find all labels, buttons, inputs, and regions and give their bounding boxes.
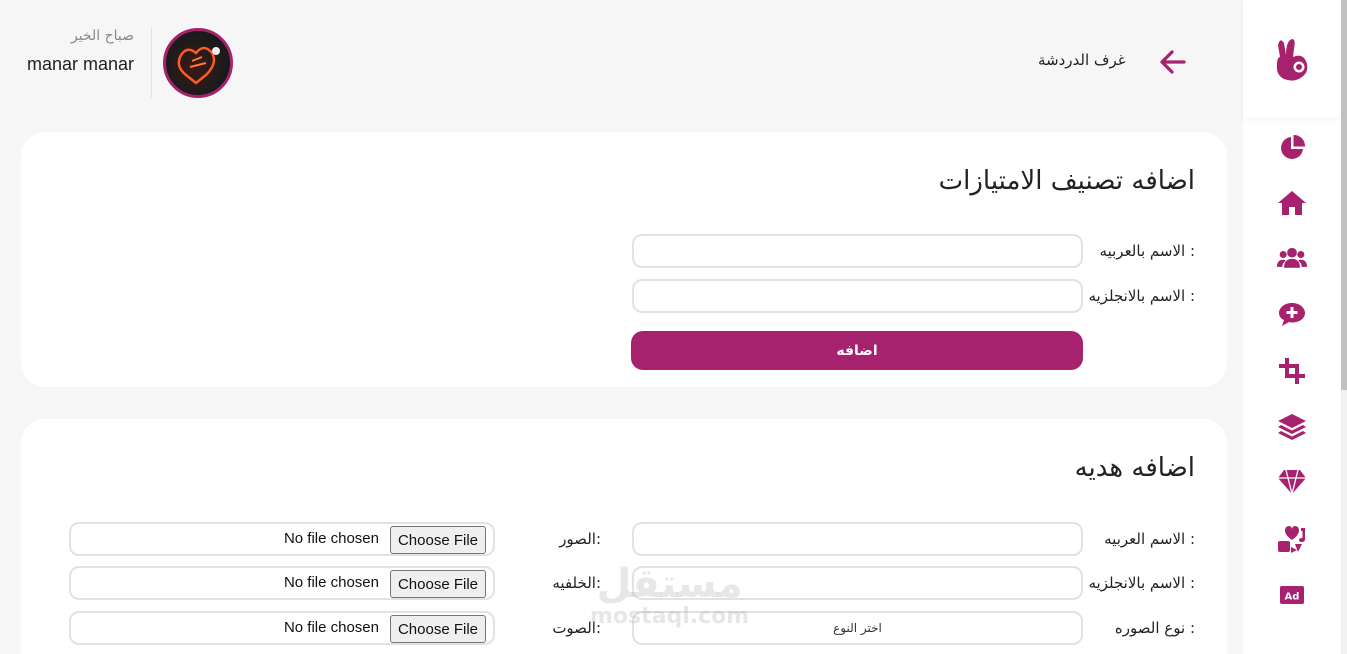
image-type-label: نوع الصوره : xyxy=(1114,619,1195,637)
privilege-form-title: اضافه تصنيف الامتيازات xyxy=(938,166,1195,196)
chat-plus-icon xyxy=(1279,303,1305,326)
page-scrollbar[interactable] xyxy=(1341,0,1347,654)
background-file-status: No file chosen xyxy=(283,574,379,591)
scrollbar-thumb[interactable] xyxy=(1341,0,1347,390)
name-ar-label: الاسم بالعربيه : xyxy=(1099,242,1195,260)
images-file-input[interactable]: Choose File No file chosen xyxy=(69,522,495,556)
gift-name-ar-label: الاسم العربيه : xyxy=(1104,530,1195,548)
add-gift-card: اضافه هديه الاسم العربيه : الاسم بالانجل… xyxy=(21,419,1227,654)
sidebar-item-chat-rooms[interactable] xyxy=(1277,300,1307,330)
privilege-name-ar-input[interactable] xyxy=(632,234,1083,268)
sidebar-item-layers[interactable] xyxy=(1277,412,1307,442)
sound-label: الصوت: xyxy=(552,619,601,637)
images-label: الصور: xyxy=(559,530,601,548)
sound-file-input[interactable]: Choose File No file chosen xyxy=(69,611,495,645)
hand-ok-logo-icon xyxy=(1276,39,1308,81)
add-privilege-button[interactable]: اضافه xyxy=(631,331,1083,370)
home-icon xyxy=(1278,191,1306,215)
sidebar-item-users[interactable] xyxy=(1277,243,1307,273)
avatar[interactable] xyxy=(163,28,233,98)
ad-icon: Ad xyxy=(1280,586,1304,604)
image-type-selected: اختر النوع xyxy=(833,621,882,635)
images-file-status: No file chosen xyxy=(283,530,379,547)
header-divider xyxy=(151,28,152,98)
sidebar: Ad xyxy=(1243,0,1341,654)
greeting-text: صباح الخير xyxy=(70,28,134,44)
sidebar-item-statistics[interactable] xyxy=(1277,133,1307,163)
image-type-select[interactable]: اختر النوع xyxy=(632,611,1083,645)
logo-container xyxy=(1243,0,1341,118)
privilege-name-en-input[interactable] xyxy=(632,279,1083,313)
background-file-input[interactable]: Choose File No file chosen xyxy=(69,566,495,600)
privilege-category-card: اضافه تصنيف الامتيازات الاسم بالعربيه : … xyxy=(21,132,1227,387)
svg-text:Ad: Ad xyxy=(1285,592,1300,603)
background-label: الخلفيه: xyxy=(552,574,601,592)
name-en-label: الاسم بالانجلزيه : xyxy=(1088,287,1196,305)
sidebar-item-frames[interactable] xyxy=(1277,356,1307,386)
chat-rooms-link[interactable]: غرف الدردشة xyxy=(1038,51,1126,69)
user-name: manar manar xyxy=(26,54,134,74)
sidebar-item-privileges[interactable] xyxy=(1277,467,1307,497)
layers-icon xyxy=(1278,414,1306,440)
sound-choose-file-button[interactable]: Choose File xyxy=(389,615,486,643)
user-info: صباح الخير manar manar xyxy=(12,28,134,75)
arrow-right-icon[interactable] xyxy=(1158,48,1188,76)
sidebar-item-home[interactable] xyxy=(1277,188,1307,218)
sidebar-item-gifts[interactable] xyxy=(1277,524,1307,554)
sidebar-item-ads[interactable]: Ad xyxy=(1277,580,1307,610)
sound-file-status: No file chosen xyxy=(283,619,379,636)
background-choose-file-button[interactable]: Choose File xyxy=(389,570,486,598)
users-icon xyxy=(1277,247,1307,268)
heart-music-icon xyxy=(1278,526,1305,553)
diamond-icon xyxy=(1278,469,1306,495)
gift-name-ar-input[interactable] xyxy=(632,522,1083,556)
avatar-image xyxy=(177,46,220,85)
crop-icon xyxy=(1279,358,1305,384)
gift-form-title: اضافه هديه xyxy=(1074,453,1195,483)
pie-chart-icon xyxy=(1281,134,1306,159)
images-choose-file-button[interactable]: Choose File xyxy=(389,526,486,554)
gift-name-en-input[interactable] xyxy=(632,566,1083,600)
gift-name-en-label: الاسم بالانجلزيه : xyxy=(1088,574,1196,592)
